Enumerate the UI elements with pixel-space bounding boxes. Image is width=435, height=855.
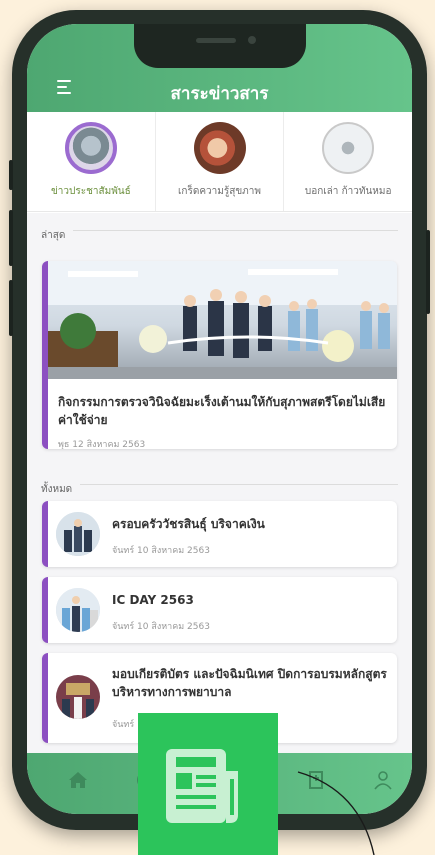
section-label: ล่าสุด: [41, 230, 74, 241]
annotation-pointer-line: [297, 771, 375, 855]
notch: [134, 24, 306, 68]
section-label: ทั้งหมด: [41, 484, 81, 495]
